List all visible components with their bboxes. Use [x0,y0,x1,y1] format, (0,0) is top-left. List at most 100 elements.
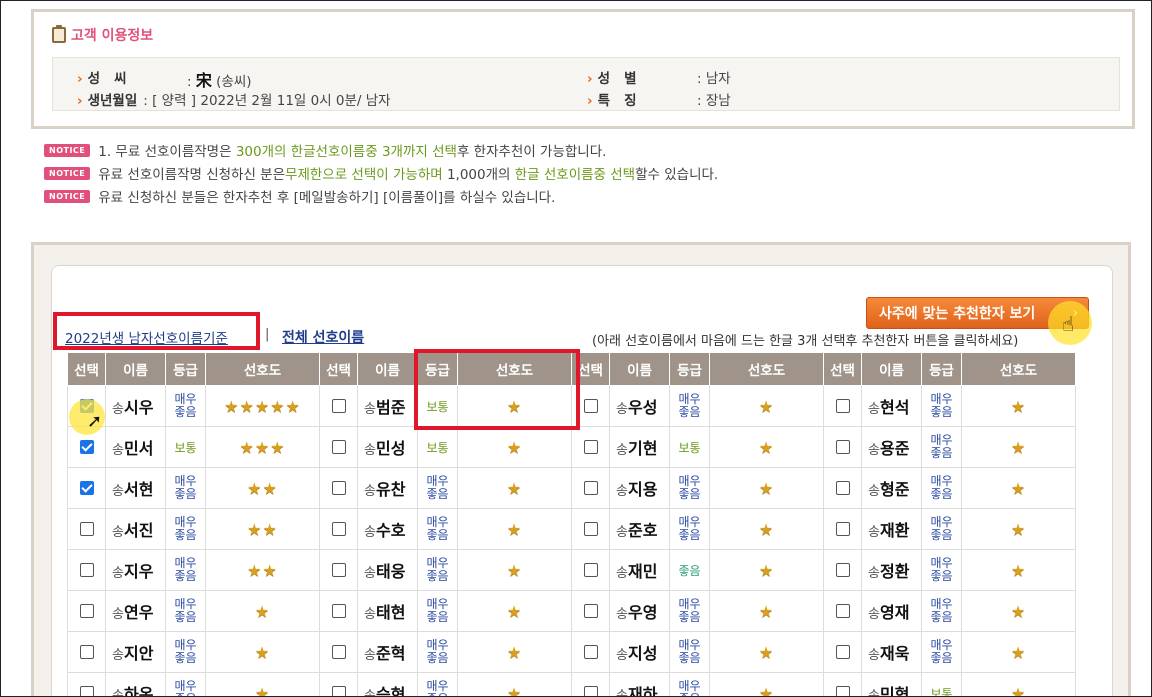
select-cell [571,508,610,550]
preference-cell: ★ [709,385,824,427]
grade-cell: 좋음 [669,549,710,591]
given-name-text: 재하 [627,685,658,697]
given-name-text: 서진 [123,521,154,540]
name-cell: 송영재 [861,590,922,632]
surname-text: 송 [616,607,628,622]
notice-2-a: 유료 선호이름작명 신청하신 분은 [98,167,286,183]
name-select-checkbox[interactable] [835,604,850,618]
grade-cell: 보통 [165,426,206,468]
star-rating-icon: ★ [758,560,775,580]
trait-row: 특 징 : 장남 [587,89,731,109]
select-cell [319,631,358,673]
name-select-checkbox[interactable] [835,481,850,495]
name-select-checkbox[interactable] [331,440,346,454]
star-rating-icon: ★ [758,396,775,416]
table-row: 송민서 보통 ★★★ 송민성 보통 ★ 송기현 보통 ★ 송용준 매우좋음 ★ [67,426,1076,468]
arrow-cursor-icon: ➚ [87,411,103,432]
preference-cell: ★ [457,549,572,591]
name-select-checkbox[interactable] [79,481,94,495]
star-rating-icon: ★ [1010,560,1027,580]
name-cell: 송형준 [861,467,922,509]
grade-text: 매우좋음 [174,596,197,624]
surname-text: 송 [364,525,376,540]
select-cell [571,672,610,696]
name-select-checkbox[interactable] [583,481,598,495]
table-row: 송서진 매우좋음 ★★ 송수호 매우좋음 ★ 송준호 매우좋음 ★ 송재환 매우좋음 ★ [67,508,1076,550]
name-select-checkbox[interactable] [331,563,346,577]
name-cell: 송정환 [861,549,922,591]
name-select-checkbox[interactable] [79,522,94,536]
select-cell [571,631,610,673]
name-select-checkbox[interactable] [583,563,598,577]
star-rating-icon: ★ [758,683,775,697]
name-select-checkbox[interactable] [79,686,94,696]
name-select-checkbox[interactable] [331,604,346,618]
name-select-checkbox[interactable] [583,440,598,454]
name-cell: 송지성 [609,631,670,673]
select-cell [823,631,862,673]
name-cell: 송준혁 [357,631,418,673]
name-select-checkbox[interactable] [835,399,850,413]
name-cell: 송시우 [105,385,166,427]
given-name-text: 재욱 [879,644,910,663]
name-select-checkbox[interactable] [331,645,346,659]
tab-all-names[interactable]: 전체 선호이름 [282,327,364,347]
notice-2-c: 1,000개의 [442,167,515,183]
star-rating-icon: ★ [506,601,523,621]
name-select-checkbox[interactable] [331,481,346,495]
grade-cell: 매우좋음 [669,508,710,550]
given-name-text: 준호 [627,521,658,540]
notice-1: NOTICE 1. 무료 선호이름작명은 300개의 한글선호이름중 3개까지 … [44,140,606,160]
select-cell [319,672,358,696]
column-header: 선호도 [709,352,824,386]
name-select-checkbox[interactable] [331,686,346,696]
star-rating-icon: ★ [506,683,523,697]
name-select-checkbox[interactable] [835,645,850,659]
name-select-checkbox[interactable] [835,522,850,536]
column-header: 선택 [67,352,106,386]
name-select-checkbox[interactable] [583,645,598,659]
star-rating-icon: ★ [254,683,271,697]
given-name-text: 서현 [123,480,154,499]
name-select-checkbox[interactable] [583,522,598,536]
grade-text: 매우좋음 [426,555,449,583]
birth-label: 생년월일 [77,89,138,109]
name-cell: 송연우 [105,590,166,632]
name-cell: 송지용 [609,467,670,509]
grade-cell: 매우좋음 [669,467,710,509]
star-rating-icon: ★ [1010,396,1027,416]
name-select-checkbox[interactable] [835,440,850,454]
name-select-checkbox[interactable] [835,563,850,577]
star-rating-icon: ★ [506,478,523,498]
name-select-checkbox[interactable] [331,522,346,536]
name-select-checkbox[interactable] [835,686,850,696]
name-select-checkbox[interactable] [331,399,346,413]
preference-cell: ★ [961,631,1076,673]
gender-label: 성 별 [587,67,697,87]
name-select-checkbox[interactable] [79,563,94,577]
star-rating-icon: ★ [506,560,523,580]
name-select-checkbox[interactable] [583,686,598,696]
given-name-text: 민혁 [879,685,910,697]
star-rating-icon: ★★ [247,478,278,498]
name-select-checkbox[interactable] [583,604,598,618]
highlight-box-tab [53,312,260,350]
name-select-checkbox[interactable] [583,399,598,413]
surname-text: 송 [868,648,880,663]
preference-cell: ★ [457,467,572,509]
surname-text: 송 [112,402,124,417]
surname-text: 송 [616,566,628,581]
grade-text: 매우좋음 [426,596,449,624]
surname-text: 송 [112,648,124,663]
star-rating-icon: ★ [506,519,523,539]
name-cell: 송수호 [357,508,418,550]
column-header: 이름 [105,352,166,386]
name-cell: 송지안 [105,631,166,673]
name-select-checkbox[interactable] [79,440,94,454]
name-select-checkbox[interactable] [79,645,94,659]
trait-label: 특 징 [587,89,697,109]
star-rating-icon: ★ [1010,478,1027,498]
preference-cell: ★ [205,672,320,697]
name-select-checkbox[interactable] [79,604,94,618]
given-name-text: 우영 [627,603,658,622]
